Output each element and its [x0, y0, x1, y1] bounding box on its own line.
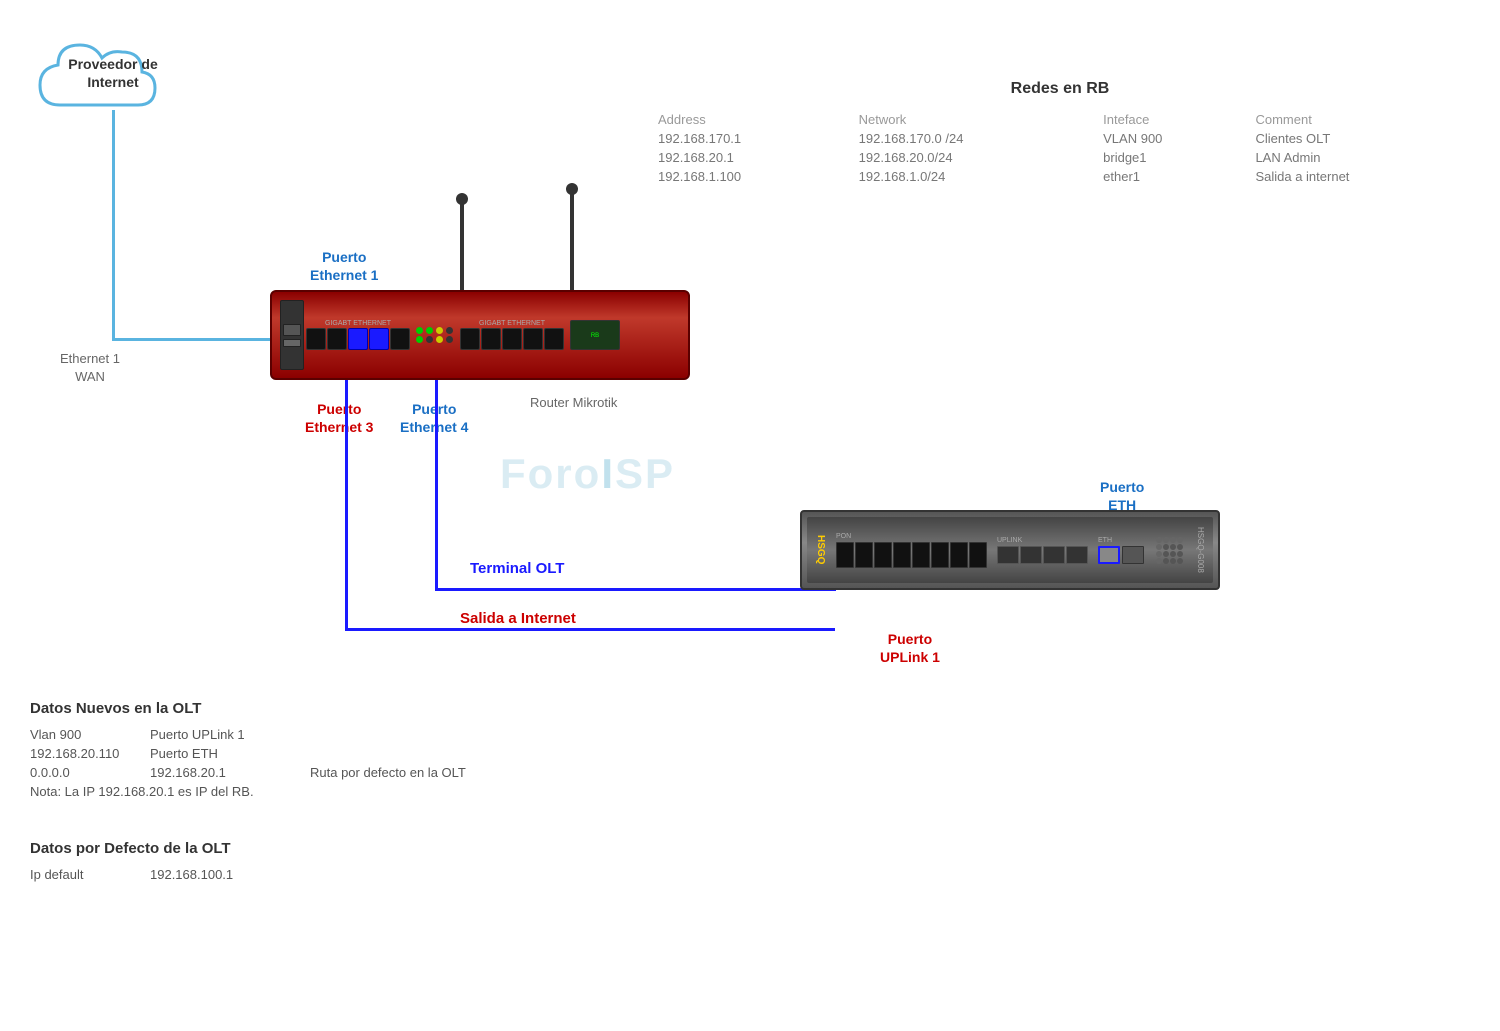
puerto-eth-label: PuertoETH — [1100, 478, 1144, 514]
ip-default-label: Ip default — [30, 867, 150, 882]
eth1-wan-label: Ethernet 1WAN — [60, 350, 120, 386]
antenna-ball-right — [566, 183, 578, 195]
datos-defecto-section: Datos por Defecto de la OLT Ip default 1… — [30, 840, 310, 882]
datos-defecto-row: Ip default 192.168.100.1 — [30, 867, 310, 882]
router-mikrotik: GIGABT ETHERNET — [270, 290, 690, 380]
salida-internet-label: Salida a Internet — [460, 610, 576, 627]
col-address: Address — [650, 110, 851, 129]
ip-default-value: 192.168.100.1 — [150, 867, 310, 882]
datos-nuevos-note: Nota: La IP 192.168.20.1 es IP del RB. — [30, 784, 630, 799]
datos-col1: 192.168.20.110 — [30, 746, 150, 761]
table-row: 192.168.20.1 192.168.20.0/24 bridge1 LAN… — [650, 148, 1470, 167]
olt-device: HSGQ PON UPLINK — [800, 510, 1220, 590]
cell: bridge1 — [1095, 148, 1247, 167]
redes-rb-table: Address Network Inteface Comment 192.168… — [650, 110, 1470, 186]
datos-nuevos-title: Datos Nuevos en la OLT — [30, 700, 630, 717]
col-comment: Comment — [1247, 110, 1470, 129]
table-row: 192.168.1.100 192.168.1.0/24 ether1 Sali… — [650, 167, 1470, 186]
port-eth3-label: PuertoEthernet 3 — [305, 400, 373, 436]
cable-eth3-vertical — [345, 380, 348, 630]
router-mikrotik-label: Router Mikrotik — [530, 395, 617, 410]
col-inteface: Inteface — [1095, 110, 1247, 129]
cell: 192.168.170.0 /24 — [851, 129, 1096, 148]
datos-nuevos-row-1: Vlan 900 Puerto UPLink 1 — [30, 727, 630, 742]
antenna-ball-left — [456, 193, 468, 205]
cloud-isp: Proveedor de Internet — [30, 30, 180, 130]
isp-label: Proveedor de Internet — [68, 55, 158, 91]
watermark: ForoISP — [500, 450, 675, 498]
antenna-left — [460, 200, 464, 300]
cable-eth3-horizontal — [345, 628, 835, 631]
table-row: 192.168.170.1 192.168.170.0 /24 VLAN 900… — [650, 129, 1470, 148]
datos-col1: Vlan 900 — [30, 727, 150, 742]
antenna-right — [570, 190, 574, 300]
terminal-olt-label: Terminal OLT — [470, 560, 564, 577]
cell: 192.168.20.0/24 — [851, 148, 1096, 167]
datos-col3: Ruta por defecto en la OLT — [310, 765, 466, 780]
cell: LAN Admin — [1247, 148, 1470, 167]
cell: Clientes OLT — [1247, 129, 1470, 148]
datos-nuevos-row-3: 0.0.0.0 192.168.20.1 Ruta por defecto en… — [30, 765, 630, 780]
isp-vertical-cable — [112, 110, 115, 340]
col-network: Network — [851, 110, 1096, 129]
olt-brand: HSGQ — [815, 535, 826, 564]
cell: VLAN 900 — [1095, 129, 1247, 148]
cell: 192.168.1.0/24 — [851, 167, 1096, 186]
datos-col2: 192.168.20.1 — [150, 765, 310, 780]
port-eth1-label: PuertoEthernet 1 — [310, 248, 378, 284]
datos-col1: 0.0.0.0 — [30, 765, 150, 780]
redes-rb-section: Redes en RB Address Network Inteface Com… — [650, 80, 1470, 186]
cell: 192.168.170.1 — [650, 129, 851, 148]
puerto-uplink-label: PuertoUPLink 1 — [880, 630, 940, 666]
datos-defecto-title: Datos por Defecto de la OLT — [30, 840, 310, 857]
redes-rb-title: Redes en RB — [650, 80, 1470, 98]
datos-nuevos-section: Datos Nuevos en la OLT Vlan 900 Puerto U… — [30, 700, 630, 799]
cable-eth4-horizontal — [435, 588, 835, 591]
cell: 192.168.1.100 — [650, 167, 851, 186]
cell: Salida a internet — [1247, 167, 1470, 186]
datos-col2: Puerto ETH — [150, 746, 310, 761]
cable-eth4-vertical — [435, 380, 438, 590]
datos-col2: Puerto UPLink 1 — [150, 727, 310, 742]
datos-nuevos-row-2: 192.168.20.110 Puerto ETH — [30, 746, 630, 761]
cell: 192.168.20.1 — [650, 148, 851, 167]
cell: ether1 — [1095, 167, 1247, 186]
